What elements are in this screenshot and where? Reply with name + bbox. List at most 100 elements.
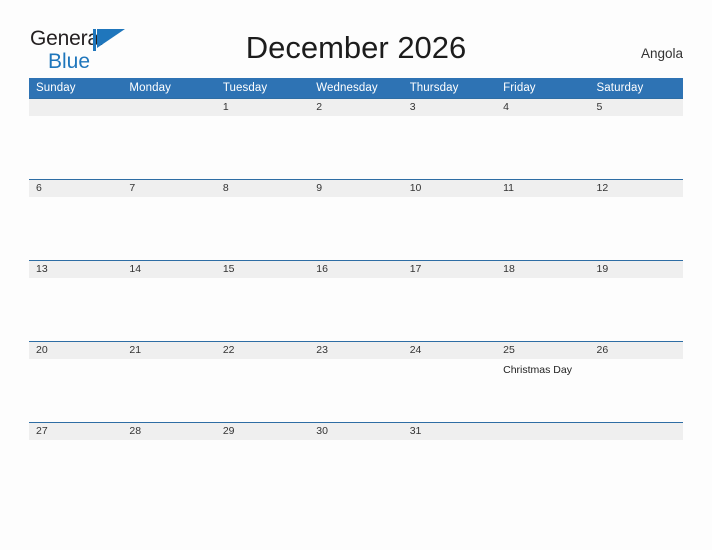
- calendar-day-cell[interactable]: 27: [29, 422, 123, 503]
- calendar-cell-inner: [29, 98, 123, 179]
- day-number: 14: [129, 263, 142, 275]
- calendar-cell-inner: 6: [29, 179, 123, 260]
- calendar-day-cell[interactable]: 6: [29, 179, 123, 260]
- date-band: 19: [589, 260, 683, 278]
- day-number: 7: [129, 182, 136, 194]
- calendar-cell-inner: 1: [215, 98, 310, 179]
- calendar-cell-inner: 3: [402, 98, 497, 179]
- date-band: 25: [496, 341, 590, 359]
- day-number: 8: [222, 182, 229, 194]
- calendar-page: General Blue December 2026 Angola Sunday…: [0, 0, 712, 550]
- calendar-cell-inner: 22: [215, 341, 310, 422]
- day-number: 17: [409, 263, 422, 275]
- event-list: Christmas Day: [496, 359, 589, 377]
- calendar-cell-inner: 11: [496, 179, 590, 260]
- date-band: 13: [29, 260, 123, 278]
- calendar-day-cell[interactable]: 2: [309, 98, 403, 179]
- day-number: 6: [36, 182, 42, 194]
- calendar-day-cell[interactable]: 17: [402, 260, 497, 341]
- calendar-day-cell[interactable]: 22: [215, 341, 310, 422]
- day-number: 28: [129, 425, 142, 437]
- calendar-day-cell[interactable]: 11: [496, 179, 590, 260]
- date-band: 17: [402, 260, 497, 278]
- date-band: 10: [402, 179, 497, 197]
- date-band: 30: [309, 422, 403, 440]
- calendar-cell-inner: 7: [122, 179, 216, 260]
- calendar-day-cell[interactable]: 24: [402, 341, 497, 422]
- date-band: 21: [122, 341, 216, 359]
- calendar-day-cell[interactable]: 9: [309, 179, 403, 260]
- page-header: General Blue December 2026 Angola: [0, 0, 712, 72]
- calendar-day-cell[interactable]: 12: [589, 179, 683, 260]
- date-band: 29: [215, 422, 310, 440]
- date-band: 15: [215, 260, 310, 278]
- date-band: 16: [309, 260, 403, 278]
- calendar-day-cell[interactable]: 23: [309, 341, 403, 422]
- calendar-day-cell[interactable]: 7: [122, 179, 216, 260]
- calendar-day-cell[interactable]: 28: [122, 422, 216, 503]
- calendar-cell-inner: [122, 98, 216, 179]
- day-number: [122, 99, 215, 102]
- calendar-day-cell[interactable]: 4: [496, 98, 590, 179]
- date-band: [29, 98, 123, 116]
- weekday-header-tuesday: Tuesday: [215, 78, 310, 98]
- calendar-day-cell[interactable]: 19: [589, 260, 683, 341]
- calendar-day-cell[interactable]: 14: [122, 260, 216, 341]
- date-band: 4: [496, 98, 590, 116]
- calendar-day-cell[interactable]: 29: [215, 422, 310, 503]
- calendar-day-cell[interactable]: 10: [402, 179, 497, 260]
- calendar-cell-inner: 23: [309, 341, 403, 422]
- day-number: 4: [503, 101, 509, 113]
- day-number: 11: [503, 182, 515, 194]
- calendar-cell-inner: [496, 422, 590, 503]
- calendar-cell-inner: 2: [309, 98, 403, 179]
- day-number: 5: [596, 101, 603, 113]
- calendar-empty-cell: [29, 98, 123, 179]
- calendar-day-cell[interactable]: 8: [215, 179, 310, 260]
- day-number: 30: [316, 425, 328, 437]
- calendar-cell-inner: 10: [402, 179, 497, 260]
- calendar-day-cell[interactable]: 25 Christmas Day: [496, 341, 590, 422]
- calendar-cell-inner: 17: [402, 260, 497, 341]
- calendar-day-cell[interactable]: 26: [589, 341, 683, 422]
- weekday-header-sunday: Sunday: [29, 78, 123, 98]
- day-number: 15: [222, 263, 235, 275]
- date-band: 18: [496, 260, 590, 278]
- calendar-body: 1 2 3 4 5 6 7 8 9 10 11 12 13 14 15 16 17 18 19 20 21 22 23 24 2…: [29, 98, 683, 503]
- calendar-day-cell[interactable]: 18: [496, 260, 590, 341]
- calendar-cell-inner: 31: [402, 422, 497, 503]
- calendar-cell-inner: 14: [122, 260, 216, 341]
- day-number: 16: [316, 263, 328, 275]
- calendar-day-cell[interactable]: 5: [589, 98, 683, 179]
- calendar-cell-inner: 24: [402, 341, 497, 422]
- day-number: 18: [503, 263, 515, 275]
- calendar-cell-inner: 13: [29, 260, 123, 341]
- day-number: [590, 423, 683, 426]
- weekday-header-monday: Monday: [122, 78, 216, 98]
- date-band: 9: [309, 179, 403, 197]
- day-number: 21: [129, 344, 142, 356]
- calendar-cell-inner: 5: [589, 98, 683, 179]
- calendar-day-cell[interactable]: 31: [402, 422, 497, 503]
- day-number: 27: [36, 425, 48, 437]
- calendar-cell-inner: 26: [589, 341, 683, 422]
- calendar-day-cell[interactable]: 20: [29, 341, 123, 422]
- day-number: 29: [222, 425, 235, 437]
- calendar-empty-cell: [122, 98, 216, 179]
- calendar-day-cell[interactable]: 3: [402, 98, 497, 179]
- calendar-cell-inner: 21: [122, 341, 216, 422]
- calendar-day-cell[interactable]: 21: [122, 341, 216, 422]
- calendar-cell-inner: 29: [215, 422, 310, 503]
- calendar-cell-inner: 27: [29, 422, 123, 503]
- country-label: Angola: [640, 46, 683, 61]
- day-number: [29, 99, 122, 102]
- day-number: 26: [596, 344, 609, 356]
- calendar-cell-inner: 20: [29, 341, 123, 422]
- calendar-day-cell[interactable]: 1: [215, 98, 310, 179]
- calendar-day-cell[interactable]: 16: [309, 260, 403, 341]
- calendar-day-cell[interactable]: 13: [29, 260, 123, 341]
- calendar-day-cell[interactable]: 30: [309, 422, 403, 503]
- calendar-day-cell[interactable]: 15: [215, 260, 310, 341]
- calendar-week-row: 20 21 22 23 24 25 Christmas Day 26: [29, 341, 683, 422]
- date-band: [589, 422, 683, 440]
